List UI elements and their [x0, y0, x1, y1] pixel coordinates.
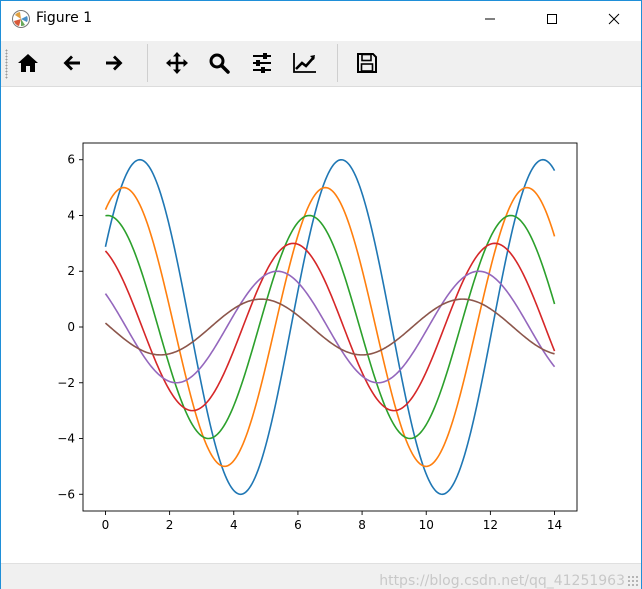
toolbar-separator — [147, 44, 148, 82]
y-tick-label: 2 — [67, 264, 75, 278]
y-tick-label: −4 — [57, 432, 75, 446]
toolbar-grip[interactable] — [5, 49, 8, 79]
x-tick-label: 0 — [102, 518, 110, 532]
forward-button[interactable] — [97, 47, 131, 79]
configure-subplots-button[interactable] — [245, 47, 279, 79]
arrow-left-icon — [63, 55, 80, 71]
close-icon — [608, 13, 620, 25]
maximize-icon — [547, 14, 557, 24]
figure-window: Figure 1 0 2 4 6 8 10 12 14 −6 −4 −2 0 2… — [0, 0, 642, 589]
figure-canvas[interactable]: 0 2 4 6 8 10 12 14 −6 −4 −2 0 2 4 6 — [1, 87, 641, 563]
pan-button[interactable] — [160, 47, 194, 79]
back-button[interactable] — [55, 47, 89, 79]
plot-area — [83, 143, 577, 511]
x-tick-label: 6 — [294, 518, 302, 532]
x-tick-label: 2 — [166, 518, 174, 532]
minimize-icon — [485, 18, 495, 20]
x-tick-label: 8 — [358, 518, 366, 532]
magnifier-icon — [209, 53, 230, 74]
y-tick-label: −2 — [57, 376, 75, 390]
sliders-icon — [253, 53, 271, 73]
toolbar-separator — [337, 44, 338, 82]
y-tick-label: 0 — [67, 320, 75, 334]
home-icon — [18, 54, 38, 72]
save-button[interactable] — [350, 47, 384, 79]
window-title: Figure 1 — [36, 10, 93, 26]
home-button[interactable] — [11, 47, 45, 79]
x-tick-label: 10 — [419, 518, 434, 532]
resize-grip-icon[interactable] — [627, 575, 639, 587]
matplotlib-logo-icon — [12, 10, 30, 28]
zoom-button[interactable] — [202, 47, 236, 79]
title-bar[interactable]: Figure 1 — [1, 1, 641, 37]
line-chart[interactable]: 0 2 4 6 8 10 12 14 −6 −4 −2 0 2 4 6 — [1, 87, 641, 563]
y-tick-label: 6 — [67, 153, 75, 167]
x-tick-label: 14 — [547, 518, 562, 532]
y-tick-label: −6 — [57, 487, 75, 501]
minimize-button[interactable] — [467, 1, 513, 37]
line-chart-icon — [293, 53, 316, 73]
x-tick-label: 4 — [230, 518, 238, 532]
arrow-right-icon — [106, 55, 123, 71]
floppy-disk-icon — [357, 53, 377, 73]
x-tick-label: 12 — [483, 518, 498, 532]
close-button[interactable] — [591, 1, 637, 37]
navigation-toolbar — [1, 41, 641, 87]
move-icon — [166, 52, 188, 74]
y-tick-label: 4 — [67, 208, 75, 222]
watermark-text: https://blog.csdn.net/qq_41251963 — [379, 573, 625, 589]
edit-axes-button[interactable] — [288, 47, 322, 79]
maximize-button[interactable] — [529, 1, 575, 37]
